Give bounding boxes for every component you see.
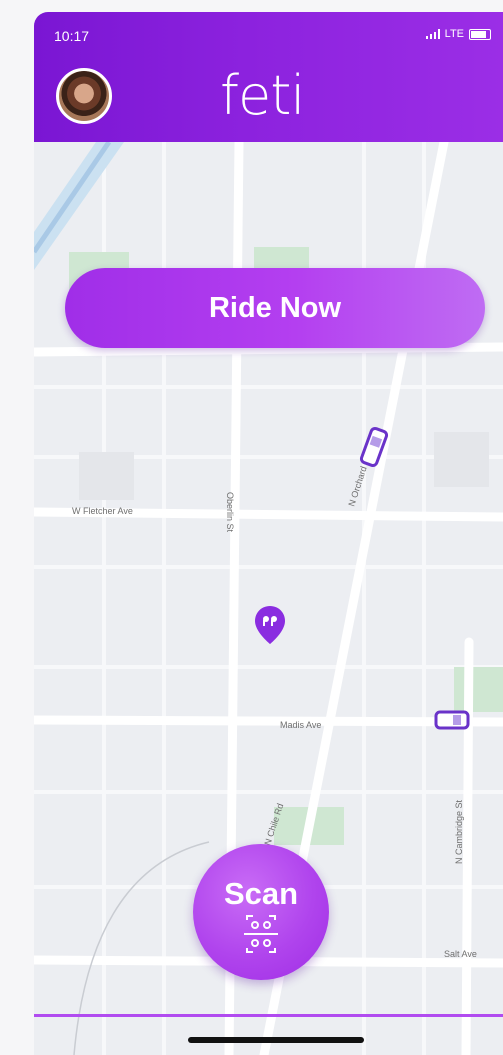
app-logo: feti — [220, 64, 305, 127]
street-label: N Cambridge St — [454, 799, 464, 864]
status-time: 10:17 — [54, 28, 90, 44]
status-icons: LTE — [425, 28, 491, 40]
qr-scan-icon — [244, 915, 278, 953]
signal-icon — [425, 29, 440, 39]
vehicle-marker[interactable] — [434, 710, 470, 730]
top-bar: 10:17 LTE feti — [34, 12, 503, 142]
profile-avatar[interactable] — [56, 68, 112, 124]
scan-button[interactable]: Scan — [193, 844, 329, 980]
street-label: Oberlin St — [225, 492, 235, 533]
street-label: Madis Ave — [280, 720, 321, 730]
bottom-divider — [34, 1014, 503, 1017]
network-label: LTE — [444, 28, 464, 40]
scan-label: Scan — [223, 876, 299, 911]
phone-screen: 10:17 LTE feti W Fletcher Ave Oberlin St… — [34, 12, 503, 1055]
street-label: Salt Ave — [444, 949, 477, 959]
ride-now-button[interactable]: Ride Now — [65, 268, 485, 348]
battery-icon — [469, 28, 491, 40]
home-indicator[interactable] — [188, 1037, 364, 1043]
street-label: W Fletcher Ave — [72, 506, 133, 516]
